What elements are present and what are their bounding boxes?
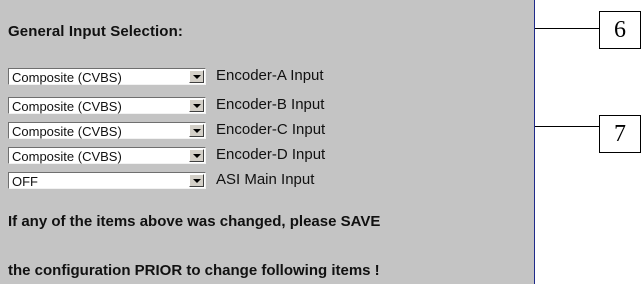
asi-main-select-value: OFF [12, 174, 38, 189]
asi-main-row: OFF ASI Main Input [8, 171, 528, 192]
encoder-d-row: Composite (CVBS) Encoder-D Input [8, 146, 528, 167]
encoder-b-select-value: Composite (CVBS) [12, 99, 122, 114]
encoder-d-select-value: Composite (CVBS) [12, 149, 122, 164]
encoder-a-select-value: Composite (CVBS) [12, 70, 122, 85]
save-warning-line-2: the configuration PRIOR to change follow… [8, 262, 380, 279]
callout-6-leader [535, 28, 599, 29]
encoder-c-label: Encoder-C Input [216, 121, 326, 138]
encoder-a-select[interactable]: Composite (CVBS) [8, 68, 206, 85]
encoder-c-select[interactable]: Composite (CVBS) [8, 122, 206, 139]
encoder-a-label: Encoder-A Input [216, 67, 324, 84]
callout-6: 6 [599, 11, 641, 49]
chevron-down-icon[interactable] [189, 124, 204, 137]
encoder-b-row: Composite (CVBS) Encoder-B Input [8, 96, 528, 117]
encoder-d-select[interactable]: Composite (CVBS) [8, 147, 206, 164]
encoder-a-row: Composite (CVBS) Encoder-A Input [8, 67, 528, 88]
encoder-c-row: Composite (CVBS) Encoder-C Input [8, 121, 528, 142]
asi-main-label: ASI Main Input [216, 171, 315, 188]
encoder-c-select-value: Composite (CVBS) [12, 124, 122, 139]
chevron-down-icon[interactable] [189, 174, 204, 187]
encoder-b-select[interactable]: Composite (CVBS) [8, 97, 206, 114]
callout-7: 7 [599, 115, 641, 153]
chevron-down-icon[interactable] [189, 99, 204, 112]
panel-title: General Input Selection: [8, 23, 183, 40]
save-warning-line-1: If any of the items above was changed, p… [8, 213, 381, 230]
chevron-down-icon[interactable] [189, 149, 204, 162]
encoder-b-label: Encoder-B Input [216, 96, 325, 113]
callout-7-leader [535, 126, 599, 127]
chevron-down-icon[interactable] [189, 70, 204, 83]
asi-main-select[interactable]: OFF [8, 172, 206, 189]
encoder-d-label: Encoder-D Input [216, 146, 326, 163]
general-input-panel: General Input Selection: Composite (CVBS… [0, 0, 535, 284]
